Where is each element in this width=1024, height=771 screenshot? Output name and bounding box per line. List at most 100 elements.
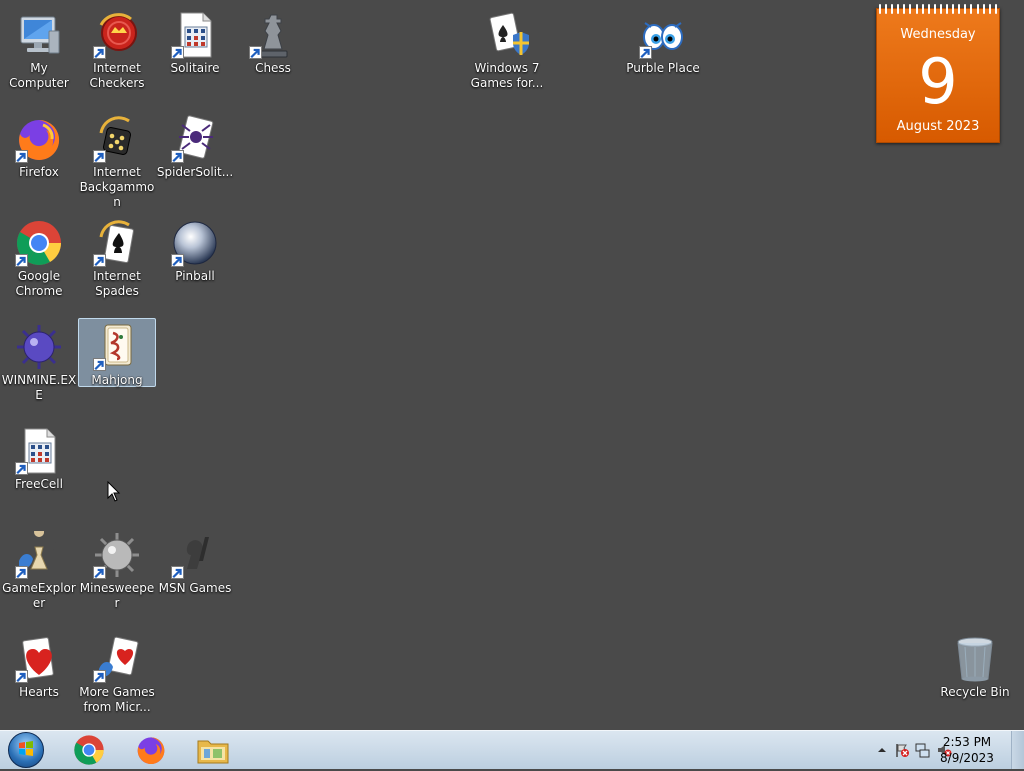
shortcut-arrow-icon xyxy=(15,566,28,579)
pinball-icon xyxy=(171,219,219,267)
calendar-rings xyxy=(879,4,997,14)
purble-place-icon xyxy=(639,11,687,59)
chrome-icon xyxy=(74,735,104,765)
desktop-icon-label: Internet Checkers xyxy=(89,61,145,90)
desktop-icon-mahjong[interactable]: Mahjong xyxy=(78,318,156,387)
shortcut-arrow-icon xyxy=(249,46,262,59)
system-tray: 2:53 PM 8/9/2023 xyxy=(834,731,1024,769)
firefox-icon xyxy=(15,115,63,163)
show-hidden-icons-icon[interactable] xyxy=(874,742,890,758)
mahjong-icon xyxy=(93,323,141,371)
clock-date: 8/9/2023 xyxy=(940,751,994,765)
desktop-icon-spider-solitaire[interactable]: SpiderSolit... xyxy=(156,110,234,181)
shortcut-arrow-icon xyxy=(15,254,28,267)
desktop-icon-label: MSN Games xyxy=(158,581,232,595)
spades-icon xyxy=(93,219,141,267)
checkers-icon xyxy=(93,11,141,59)
taskbar-explorer-button[interactable] xyxy=(186,732,240,768)
desktop-icon-label: WINMINE.EXE xyxy=(1,373,77,402)
desktop-icon-pinball[interactable]: Pinball xyxy=(156,214,234,285)
desktop-icon-label: Windows 7 Games for... xyxy=(470,61,544,90)
desktop-icon-label: GameExplorer xyxy=(2,581,76,610)
desktop-icon-minesweeper[interactable]: Minesweeper xyxy=(78,526,156,612)
recycle-bin-icon xyxy=(951,635,999,683)
desktop-icon-label: Chess xyxy=(255,61,291,75)
desktop-icon-internet-backgammon[interactable]: Internet Backgammon xyxy=(78,110,156,211)
mine-icon xyxy=(15,323,63,371)
desktop-icon-label: Mahjong xyxy=(91,373,143,387)
desktop-icon-label: FreeCell xyxy=(15,477,63,491)
chrome-icon xyxy=(15,219,63,267)
desktop-icon-winmine[interactable]: WINMINE.EXE xyxy=(0,318,78,404)
minesweeper-icon xyxy=(93,531,141,579)
desktop-icon-internet-checkers[interactable]: Internet Checkers xyxy=(78,6,156,92)
calendar-gadget[interactable]: Wednesday 9 August 2023 xyxy=(876,4,1000,143)
taskbar: 2:53 PM 8/9/2023 xyxy=(0,730,1024,769)
shortcut-arrow-icon xyxy=(639,46,652,59)
calendar-month-year: August 2023 xyxy=(896,119,980,134)
desktop-icon-recycle-bin[interactable]: Recycle Bin xyxy=(936,630,1014,701)
more-games-icon xyxy=(93,635,141,683)
taskbar-chrome-button[interactable] xyxy=(62,732,116,768)
shortcut-arrow-icon xyxy=(15,462,28,475)
desktop-icon-game-explorer[interactable]: GameExplorer xyxy=(0,526,78,612)
spider-solitaire-icon xyxy=(171,115,219,163)
desktop-icon-windows7-games[interactable]: Windows 7 Games for... xyxy=(468,6,546,92)
shortcut-arrow-icon xyxy=(171,150,184,163)
computer-icon xyxy=(15,11,63,59)
desktop-icon-msn-games[interactable]: MSN Games xyxy=(156,526,234,597)
game-explorer-icon xyxy=(15,531,63,579)
start-button[interactable] xyxy=(0,732,52,768)
calendar-day: 9 xyxy=(918,45,958,118)
desktop-icon-solitaire[interactable]: Solitaire xyxy=(156,6,234,77)
shortcut-arrow-icon xyxy=(93,358,106,371)
desktop-icon-hearts[interactable]: Hearts xyxy=(0,630,78,701)
desktop-icon-label: Internet Spades xyxy=(93,269,141,298)
desktop-icon-label: SpiderSolit... xyxy=(156,165,234,179)
firefox-icon xyxy=(137,737,165,764)
shortcut-arrow-icon xyxy=(93,150,106,163)
desktop-icon-label: More Games from Micr... xyxy=(79,685,155,714)
desktop-icon-label: Solitaire xyxy=(170,61,220,75)
desktop-icon-label: Recycle Bin xyxy=(940,685,1010,699)
desktop-icon-firefox[interactable]: Firefox xyxy=(0,110,78,181)
shortcut-arrow-icon xyxy=(171,566,184,579)
shortcut-arrow-icon xyxy=(93,46,106,59)
desktop-icon-internet-spades[interactable]: Internet Spades xyxy=(78,214,156,300)
start-orb-icon xyxy=(8,732,44,768)
freecell-icon xyxy=(15,427,63,475)
desktop-icon-my-computer[interactable]: My Computer xyxy=(0,6,78,92)
shortcut-arrow-icon xyxy=(15,670,28,683)
chess-icon xyxy=(249,11,297,59)
network-icon[interactable] xyxy=(914,742,930,758)
file-explorer-icon xyxy=(197,740,229,764)
clock-time: 2:53 PM xyxy=(942,735,992,749)
action-center-flag-icon[interactable] xyxy=(894,742,910,758)
shortcut-arrow-icon xyxy=(171,46,184,59)
msn-games-icon xyxy=(171,531,219,579)
desktop-icon-label: Pinball xyxy=(175,269,215,283)
hearts-icon xyxy=(15,635,63,683)
desktop-icon-chess[interactable]: Chess xyxy=(234,6,312,77)
desktop: My Computer Internet Checkers Solitaire … xyxy=(0,0,1024,730)
desktop-icon-google-chrome[interactable]: Google Chrome xyxy=(0,214,78,300)
shortcut-arrow-icon xyxy=(93,670,106,683)
windows7-games-icon xyxy=(483,11,531,59)
taskbar-firefox-button[interactable] xyxy=(124,732,178,768)
desktop-icon-label: Hearts xyxy=(19,685,59,699)
desktop-icon-label: Purble Place xyxy=(626,61,700,75)
desktop-icon-label: Internet Backgammon xyxy=(79,165,155,209)
desktop-icon-label: Minesweeper xyxy=(79,581,155,610)
shortcut-arrow-icon xyxy=(15,150,28,163)
taskbar-clock[interactable]: 2:53 PM 8/9/2023 xyxy=(937,734,997,766)
shortcut-arrow-icon xyxy=(171,254,184,267)
desktop-icon-purble-place[interactable]: Purble Place xyxy=(624,6,702,77)
desktop-icon-label: Firefox xyxy=(19,165,59,179)
shortcut-arrow-icon xyxy=(93,566,106,579)
show-desktop-button[interactable] xyxy=(1011,731,1024,769)
shortcut-arrow-icon xyxy=(93,254,106,267)
desktop-icon-freecell[interactable]: FreeCell xyxy=(0,422,78,493)
solitaire-icon xyxy=(171,11,219,59)
backgammon-icon xyxy=(93,115,141,163)
desktop-icon-more-games[interactable]: More Games from Micr... xyxy=(78,630,156,716)
